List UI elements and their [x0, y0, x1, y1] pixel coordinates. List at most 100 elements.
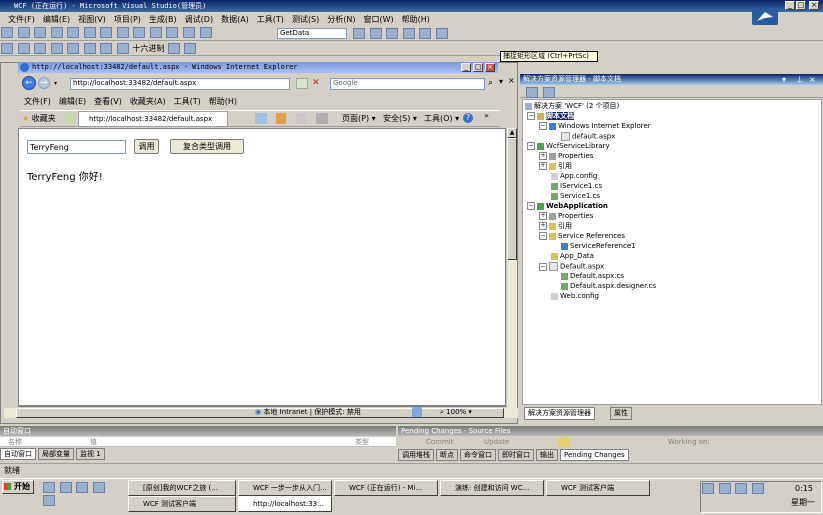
help-icon[interactable]: ? [463, 113, 473, 123]
menu-debug[interactable]: 调试(D) [181, 14, 217, 25]
task-button[interactable]: 演练: 创建和访问 WC... [440, 480, 544, 496]
cut-icon[interactable] [83, 27, 96, 38]
tree-node[interactable]: − Default.aspx [539, 262, 604, 272]
vs-doc-dropdown-icon[interactable]: ▾ [499, 77, 503, 86]
print-icon[interactable] [316, 113, 328, 124]
tree-node[interactable]: − Windows Internet Explorer [539, 122, 651, 131]
tree-node[interactable]: + 引用 [539, 222, 572, 231]
collapse-icon[interactable]: − [527, 142, 535, 150]
tree-node[interactable]: ServiceReference1 [561, 242, 636, 251]
tray-icon[interactable] [718, 483, 731, 494]
ie-vscrollbar[interactable]: ▲ [506, 128, 517, 408]
ie-menu-tools[interactable]: 工具(T) [170, 96, 205, 107]
navigate-back-icon[interactable] [166, 27, 179, 38]
feeds-icon[interactable] [276, 113, 286, 124]
menu-help[interactable]: 帮助(H) [398, 14, 434, 25]
save-all-icon[interactable] [67, 27, 80, 38]
ie-maximize-button[interactable]: □ [473, 63, 483, 72]
history-dropdown-icon[interactable]: ▾ [54, 80, 57, 87]
stop-icon[interactable]: ✕ [312, 78, 322, 89]
collapse-icon[interactable]: − [539, 122, 547, 130]
step-over-icon[interactable] [100, 43, 113, 54]
autos-col-value[interactable]: 值 [90, 437, 97, 447]
se-dropdown-icon[interactable]: ▾ [782, 75, 791, 84]
tree-node[interactable]: Default.aspx.cs [561, 272, 624, 281]
tree-node[interactable]: − WcfServiceLibrary [527, 142, 610, 151]
minimize-button[interactable]: _ [785, 1, 795, 10]
add-favorites-icon[interactable] [66, 112, 74, 123]
step-into-icon[interactable] [83, 43, 96, 54]
quick-launch-icon[interactable] [43, 482, 55, 493]
menu-view[interactable]: 视图(V) [74, 14, 110, 25]
page-menu[interactable]: 页面(P) ▾ [342, 113, 376, 124]
menu-analyze[interactable]: 分析(N) [323, 14, 359, 25]
maximize-button[interactable]: □ [796, 1, 806, 10]
undo-icon[interactable] [133, 27, 146, 38]
tab-locals[interactable]: 局部变量 [38, 448, 74, 460]
complex-call-button[interactable]: 复合类型调用 [170, 139, 244, 154]
paste-icon[interactable] [116, 27, 129, 38]
menu-window[interactable]: 窗口(W) [360, 14, 398, 25]
tab-watch1[interactable]: 监视 1 [76, 448, 105, 460]
task-button[interactable]: WCF 测试客户端 [128, 496, 236, 512]
autos-col-type[interactable]: 类型 [355, 437, 369, 447]
ie-menu-file[interactable]: 文件(F) [20, 96, 55, 107]
se-refresh-icon[interactable] [542, 87, 555, 98]
tree-node[interactable]: − 脚本文档 [527, 112, 574, 121]
tools-menu[interactable]: 工具(O) ▾ [424, 113, 459, 124]
update-button[interactable]: Update [484, 437, 509, 448]
object-browser-icon[interactable] [419, 28, 432, 39]
properties-icon[interactable] [386, 28, 399, 39]
tree-node[interactable]: Service1.cs [551, 192, 600, 201]
se-close-icon[interactable]: × [809, 75, 818, 84]
copy-icon[interactable] [100, 27, 113, 38]
tree-node[interactable]: − WebApplication [527, 202, 608, 211]
tray-icon[interactable] [735, 483, 748, 494]
solution-explorer-icon[interactable] [369, 28, 382, 39]
compare-icon[interactable] [558, 437, 570, 447]
ie-menu-help[interactable]: 帮助(H) [205, 96, 241, 107]
tree-node[interactable]: + Properties [539, 152, 593, 161]
clock-time[interactable]: 0:15 [795, 484, 813, 493]
tab-autos[interactable]: 自动窗口 [0, 448, 36, 460]
break-all-icon[interactable] [17, 43, 30, 54]
collapse-icon[interactable]: − [527, 202, 535, 210]
menu-build[interactable]: 生成(B) [145, 14, 181, 25]
restart-icon[interactable] [50, 43, 63, 54]
tab-immediate-window[interactable]: 即时窗口 [498, 449, 534, 461]
tree-node[interactable]: default.aspx [561, 132, 615, 142]
tree-node[interactable]: + Properties [539, 212, 593, 221]
menu-edit[interactable]: 编辑(E) [39, 14, 74, 25]
search-icon[interactable]: ⌕ [488, 78, 498, 89]
quick-launch-icon[interactable] [59, 482, 72, 493]
vs-doc-close-icon[interactable]: × [508, 76, 515, 85]
address-bar[interactable]: http://localhost:33482/default.aspx [70, 78, 290, 90]
task-button[interactable]: [原创]我的WCF之旅 (... [128, 480, 236, 496]
ie-close-button[interactable]: × [485, 63, 495, 72]
tree-node[interactable]: − Service References [539, 232, 625, 241]
quick-launch-icon[interactable] [43, 495, 55, 506]
clock-day[interactable]: 星期一 [791, 497, 815, 508]
menu-file[interactable]: 文件(F) [4, 14, 39, 25]
toolbox-icon[interactable] [402, 28, 415, 39]
new-project-icon[interactable] [1, 27, 13, 38]
collapse-icon[interactable]: − [539, 232, 547, 240]
tab-command-window[interactable]: 命令窗口 [460, 449, 496, 461]
output-window-icon[interactable] [184, 43, 197, 54]
menu-tools[interactable]: 工具(T) [253, 14, 288, 25]
tab-pending-changes[interactable]: Pending Changes [560, 449, 629, 461]
tab-solution-explorer[interactable]: 解决方案资源管理器 [524, 407, 595, 420]
expand-icon[interactable]: + [539, 222, 547, 230]
redo-icon[interactable] [149, 27, 162, 38]
show-next-statement-icon[interactable] [67, 43, 80, 54]
tab-breakpoints[interactable]: 断点 [436, 449, 458, 461]
safety-menu[interactable]: 安全(S) ▾ [383, 113, 417, 124]
forward-button[interactable]: → [38, 77, 50, 89]
expand-icon[interactable]: + [539, 152, 547, 160]
mail-icon[interactable] [296, 113, 306, 124]
name-input[interactable]: TerryFeng [27, 140, 126, 154]
step-out-icon[interactable] [116, 43, 129, 54]
tab-properties[interactable]: 属性 [610, 407, 632, 420]
back-button[interactable]: ← [22, 76, 36, 90]
tree-node[interactable]: App.config [551, 172, 597, 181]
